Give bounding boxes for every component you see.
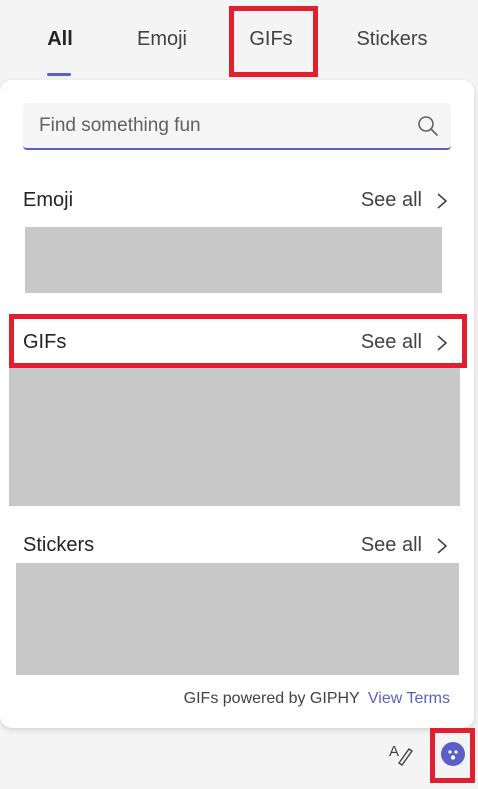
section-title-emoji: Emoji — [23, 189, 74, 211]
see-all-gifs-link[interactable]: See all — [361, 331, 448, 354]
search-box — [23, 103, 451, 150]
section-title-gifs: GIFs — [23, 331, 67, 353]
chevron-right-icon — [437, 537, 448, 554]
chevron-right-icon — [437, 334, 448, 351]
gifs-preview-grid — [9, 368, 460, 506]
format-text-icon[interactable]: A — [388, 740, 414, 766]
giphy-attribution: GIFs powered by GIPHY — [183, 690, 360, 707]
see-all-emoji-link[interactable]: See all — [361, 189, 448, 212]
search-icon[interactable] — [417, 115, 439, 137]
see-all-label: See all — [360, 331, 422, 353]
sticker-face-glyph — [448, 750, 458, 760]
tab-gifs[interactable]: GIFs — [240, 22, 302, 56]
search-input[interactable] — [37, 103, 407, 148]
picker-tab-bar: All Emoji GIFs Stickers — [0, 0, 478, 80]
section-title-stickers: Stickers — [23, 534, 95, 556]
see-all-stickers-link[interactable]: See all — [361, 534, 448, 557]
see-all-label: See all — [360, 534, 422, 556]
view-terms-link[interactable]: View Terms — [368, 690, 450, 707]
svg-text:A: A — [389, 743, 399, 760]
giphy-footer: GIFs powered by GIPHY View Terms — [184, 690, 450, 708]
chevron-right-icon — [437, 192, 448, 209]
active-tab-indicator — [47, 73, 71, 76]
see-all-label: See all — [360, 189, 422, 211]
emoji-preview-strip — [25, 227, 442, 293]
stickers-preview-grid — [16, 563, 459, 675]
fun-picker-panel: Emoji See all GIFs See all Stickers See … — [0, 80, 474, 728]
tab-stickers[interactable]: Stickers — [350, 22, 434, 56]
tab-all[interactable]: All — [40, 22, 80, 56]
tab-emoji[interactable]: Emoji — [128, 22, 196, 56]
sticker-face-icon[interactable] — [441, 742, 465, 766]
